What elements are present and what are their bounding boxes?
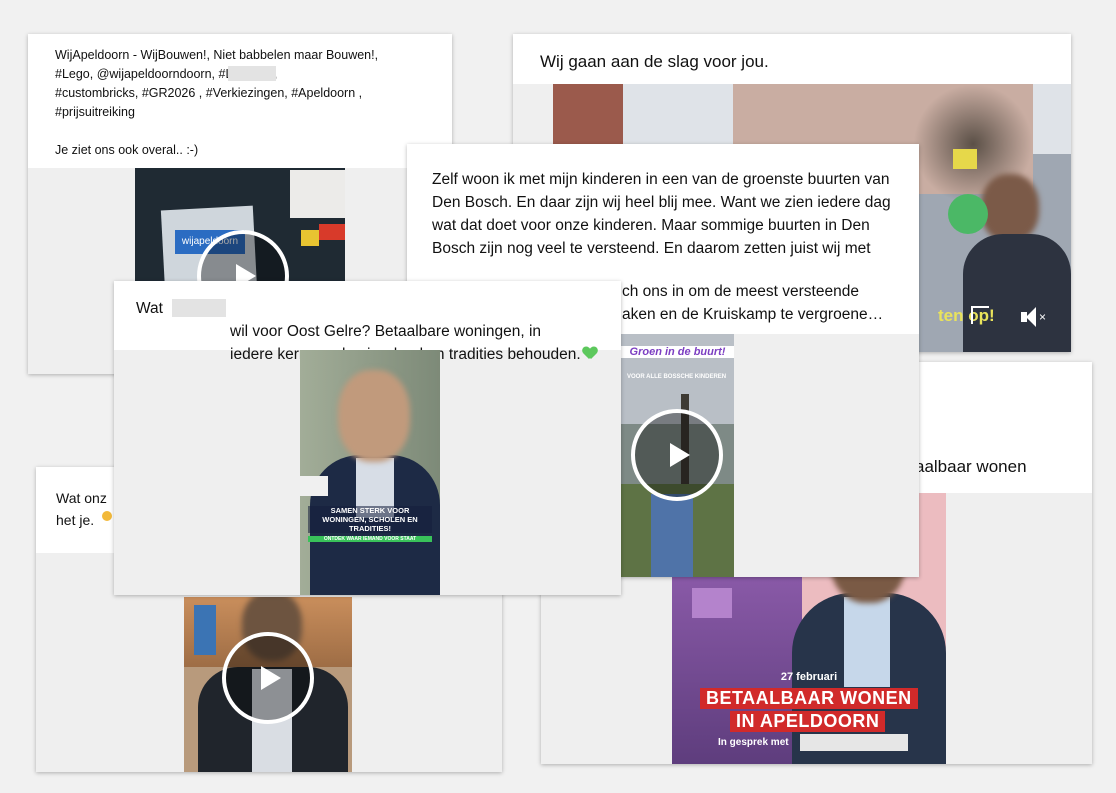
video-title: Groen in de buurt! — [621, 346, 734, 358]
person-body — [963, 234, 1071, 352]
mute-icon[interactable]: × — [1021, 306, 1051, 328]
purple-building-window — [692, 588, 732, 618]
redacted-name — [172, 299, 226, 317]
post-card-oostgelre[interactable]: Wat wil voor Oost Gelre? Betaalbare woni… — [114, 281, 621, 595]
video-date: 27 februari — [780, 671, 838, 683]
fullscreen-icon[interactable] — [971, 306, 989, 324]
title-line-2: IN APELDOORN — [730, 711, 886, 732]
green-flag — [948, 194, 988, 234]
post-video[interactable]: Groen in de buurt! VOOR ALLE BOSSCHE KIN… — [621, 334, 734, 577]
blurred-person — [981, 174, 1039, 242]
green-heart-icon — [583, 347, 597, 360]
yellow-flag — [953, 149, 977, 169]
redacted-square — [290, 170, 345, 218]
blurred-face — [338, 370, 410, 462]
play-button-icon[interactable] — [631, 409, 723, 501]
play-button-icon[interactable] — [222, 632, 314, 724]
video-subtitle: VOOR ALLE BOSSCHE KINDEREN — [627, 374, 727, 380]
post-caption: WijApeldoorn - WijBouwen!, Niet babbelen… — [28, 34, 452, 168]
video-banner: SAMEN STERK VOOR WONINGEN, SCHOLEN EN TR… — [308, 506, 432, 533]
post-video[interactable]: SAMEN STERK VOOR WONINGEN, SCHOLEN EN TR… — [300, 350, 440, 595]
redacted-handle — [228, 66, 276, 81]
title-line-3: In gesprek met — [718, 737, 789, 748]
title-line-1: BETAALBAAR WONEN — [700, 688, 918, 709]
redacted-name — [800, 734, 908, 751]
post-caption: Wat onz het je. — [36, 467, 126, 553]
lego-red-brick — [319, 224, 345, 240]
lego-yellow-brick — [301, 230, 319, 246]
video-banner-sub: ONTDEK WAAR IEMAND VOOR STAAT — [308, 536, 432, 542]
redacted-square — [300, 476, 328, 496]
post-video[interactable] — [184, 597, 352, 772]
clap-emoji-icon — [102, 511, 112, 521]
person-legs — [651, 494, 693, 577]
door-shape — [194, 605, 216, 655]
post-caption: Wat wil voor Oost Gelre? Betaalbare woni… — [114, 281, 621, 363]
post-caption: Wij gaan aan de slag voor jou. — [513, 34, 1071, 84]
